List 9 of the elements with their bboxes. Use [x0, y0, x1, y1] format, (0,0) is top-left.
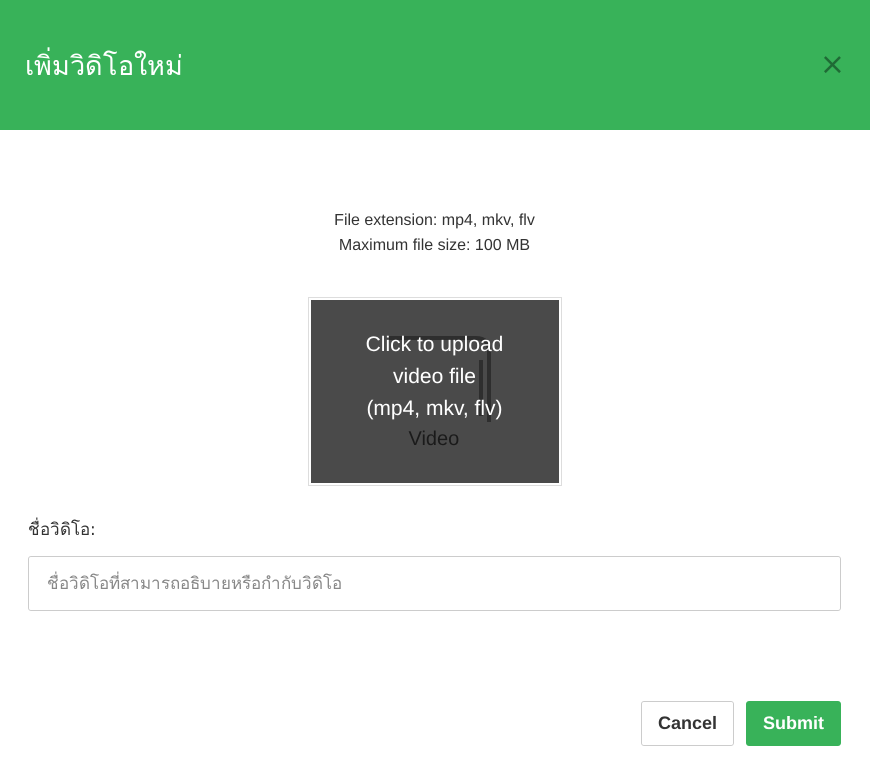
- upload-prompt: Click to upload: [366, 332, 504, 358]
- field-label: ชื่อวิดิโอ:: [28, 515, 841, 542]
- upload-prompt: video file: [393, 364, 476, 390]
- upload-prompt: (mp4, mkv, flv): [366, 396, 503, 422]
- cancel-button[interactable]: Cancel: [640, 701, 734, 746]
- dialog-title: เพิ่มวิดิโอใหม่: [25, 44, 183, 86]
- info-text: Maximum file size: 100 MB: [338, 236, 530, 256]
- input-field[interactable]: ชื่อวิดิโอที่สามารถอธิบายหรือกำกับวิดิโอ: [28, 556, 841, 611]
- info-text: File extension: mp4, mkv, flv: [334, 211, 535, 231]
